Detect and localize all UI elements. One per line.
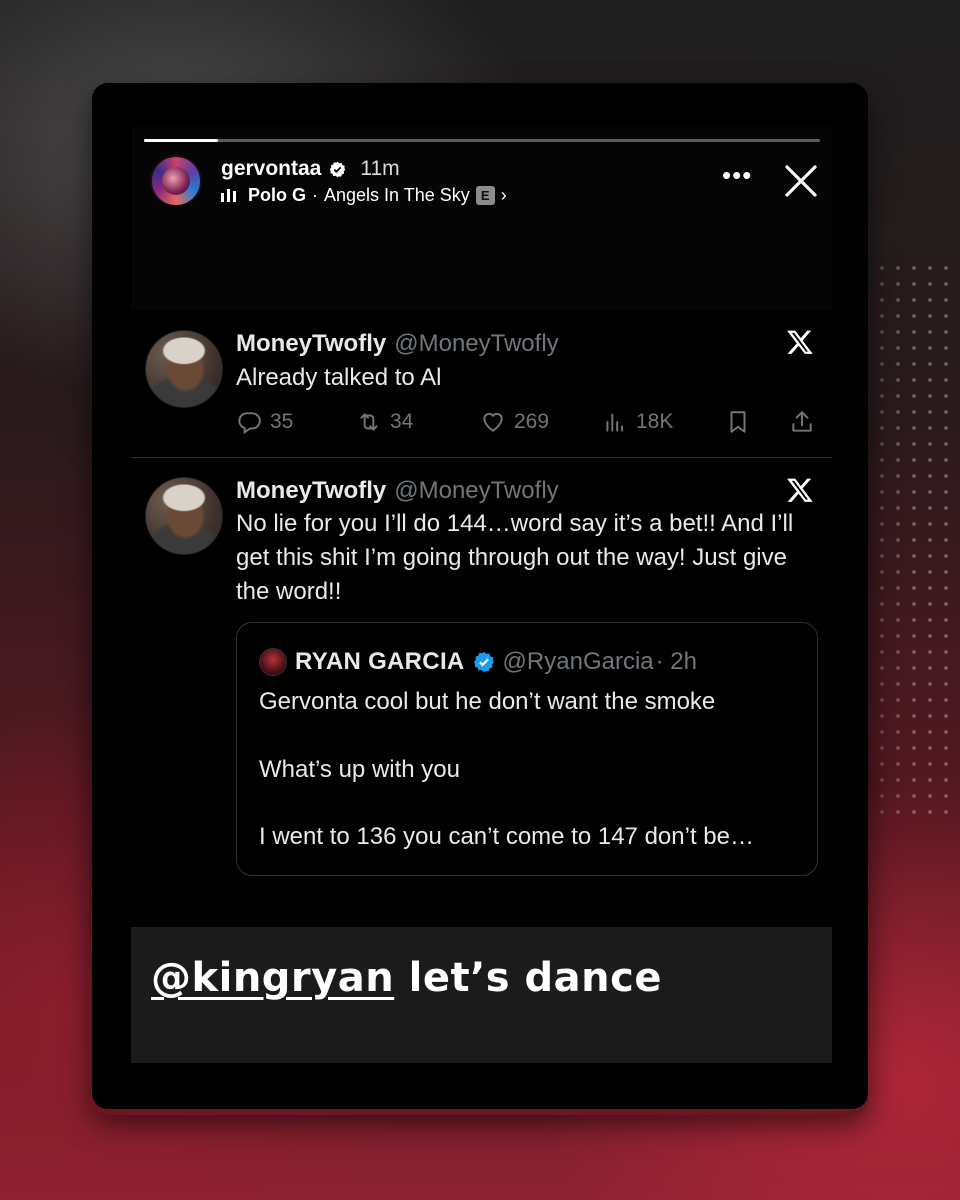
story-music-row[interactable]: Polo G · Angels In The Sky E › (221, 185, 507, 206)
bookmark-button[interactable] (725, 409, 751, 435)
quoted-tweet-text: Gervonta cool but he don’t want the smok… (259, 685, 804, 888)
explicit-badge: E (475, 186, 495, 205)
story-progress-bar (144, 139, 820, 142)
avatar[interactable] (145, 477, 223, 555)
tweet-card[interactable]: MoneyTwofly @MoneyTwofly No lie for you … (131, 459, 832, 899)
tweet-author-name[interactable]: MoneyTwofly (236, 477, 386, 505)
tweet-text: Already talked to Al (236, 364, 442, 391)
like-count: 269 (514, 410, 550, 433)
close-icon[interactable] (783, 163, 819, 199)
story-header: gervontaa 11m Polo G · Angels In The Sky… (131, 127, 832, 310)
quoted-line: Gervonta cool but he don’t want the smok… (259, 688, 716, 715)
reply-button[interactable]: 35 (236, 409, 293, 435)
story-avatar[interactable] (150, 155, 202, 207)
tweet-author-handle[interactable]: @MoneyTwofly (394, 477, 558, 505)
views-button[interactable]: 18K (602, 409, 673, 435)
chevron-right-icon: › (500, 185, 507, 205)
heart-icon (483, 412, 503, 432)
tweet-card[interactable]: MoneyTwofly @MoneyTwofly Already talked … (131, 315, 832, 458)
music-artist: Polo G (248, 185, 306, 205)
share-icon (792, 411, 812, 432)
quoted-author-name[interactable]: RYAN GARCIA (295, 648, 465, 676)
music-title: Angels In The Sky (324, 185, 470, 205)
x-logo-icon (787, 330, 813, 354)
avatar[interactable] (145, 330, 223, 408)
verified-icon (473, 651, 494, 673)
quoted-line: I went to 136 you can’t come to 147 don’… (259, 823, 754, 850)
story-caption-bar: @kingryan let’s dance (131, 927, 832, 1063)
share-button[interactable] (789, 409, 815, 435)
reply-count: 35 (270, 410, 294, 433)
views-icon (606, 413, 624, 432)
tweet-header: MoneyTwofly @MoneyTwofly (236, 477, 559, 505)
quoted-author-handle[interactable]: @RyanGarcia (503, 648, 654, 676)
story-user-row: gervontaa 11m (221, 157, 400, 181)
quoted-tweet-header: RYAN GARCIA @RyanGarcia · 2h (259, 648, 697, 676)
retweet-button[interactable]: 34 (356, 409, 413, 435)
verified-icon (330, 161, 346, 177)
bookmark-icon (730, 411, 746, 433)
caption-text: let’s dance (394, 955, 662, 1001)
avatar[interactable] (259, 648, 287, 676)
caption-mention[interactable]: @kingryan (151, 955, 394, 1001)
quoted-tweet-time: · 2h (655, 648, 697, 675)
like-button[interactable]: 269 (480, 409, 549, 435)
story-progress-fill (144, 139, 219, 142)
retweet-count: 34 (390, 410, 414, 433)
x-logo-icon (787, 478, 813, 502)
tweet-text: No lie for you I’ll do 144…word say it’s… (236, 510, 794, 605)
quoted-tweet[interactable]: RYAN GARCIA @RyanGarcia · 2h Gervonta co… (236, 622, 818, 876)
tweet-actions: 35 34 269 18K (236, 407, 821, 437)
reply-icon (238, 412, 261, 435)
story-username[interactable]: gervontaa (221, 157, 321, 181)
retweet-icon (360, 413, 378, 431)
story-time: 11m (360, 157, 400, 180)
story-caption: @kingryan let’s dance (151, 955, 662, 1001)
tweet-header: MoneyTwofly @MoneyTwofly (236, 330, 559, 358)
tweet-author-name[interactable]: MoneyTwofly (236, 330, 386, 358)
music-bars-icon (221, 189, 236, 202)
music-separator: · (312, 185, 318, 205)
more-options-icon[interactable]: ••• (722, 162, 752, 188)
tweet-author-handle[interactable]: @MoneyTwofly (394, 330, 558, 358)
views-count: 18K (636, 410, 674, 433)
quoted-line: What’s up with you (259, 755, 460, 783)
